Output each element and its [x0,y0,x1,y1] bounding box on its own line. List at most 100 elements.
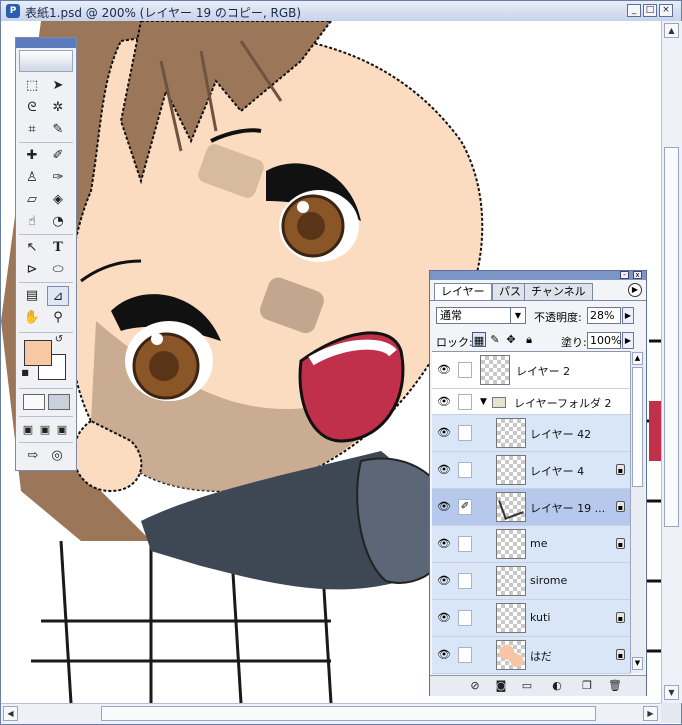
blend-mode-select[interactable]: 通常 ▼ [436,307,526,324]
marquee-icon[interactable]: ⬚ [21,76,43,96]
layer-row[interactable]: 👁︎ kuti ▪ [432,600,630,637]
eye-icon[interactable]: 👁︎ [436,462,452,478]
toolbox-title-bar[interactable] [16,38,76,48]
healing-icon[interactable]: ✚ [21,146,43,166]
magic-wand-icon[interactable]: ✲ [47,98,69,118]
lock-transparency-icon[interactable]: ▦ [472,332,486,347]
layer-row[interactable]: 👁︎ レイヤー 42 [432,415,630,452]
scroll-down-arrow[interactable]: ▼ [632,657,643,670]
jump-to-imageready-icon[interactable]: ⇨ [22,446,44,466]
adjustment-icon[interactable]: ◐ [550,679,564,693]
fill-slider-arrow[interactable]: ▶ [622,332,634,349]
layer-row[interactable]: 👁︎ レイヤー 2 [432,352,630,389]
new-layer-icon[interactable]: ❐ [580,679,594,693]
shape-icon[interactable]: ⬭ [47,260,69,280]
bucket-icon[interactable]: ◈ [47,190,69,210]
hand-icon[interactable]: ✋ [21,308,43,328]
link-toggle[interactable] [458,362,472,378]
zoom-icon[interactable]: ⚲ [47,308,69,328]
lock-position-icon[interactable]: ✥ [504,332,518,347]
swap-colors-icon[interactable]: ↺ [52,334,66,346]
layer-row-selected[interactable]: 👁︎ ✐ レイヤー 19 ... ▪ [432,489,630,526]
lasso-icon[interactable]: ᘓ [21,98,43,118]
scroll-up-arrow[interactable]: ▲ [632,352,643,365]
layer-row[interactable]: 👁︎ レイヤー 4 ▪ [432,452,630,489]
panel-close-button[interactable]: x [633,271,642,279]
move-icon[interactable]: ➤ [47,76,69,96]
eyedropper-icon[interactable]: ⊿ [47,286,69,306]
foreground-color-swatch[interactable] [24,340,52,366]
lock-image-icon[interactable]: ✎ [488,332,502,347]
crop-icon[interactable]: ⌗ [21,120,43,140]
photoshop-logo[interactable] [19,50,73,72]
layers-scrollbar[interactable]: ▲ ▼ [630,351,645,673]
layer-group-row[interactable]: 👁︎ ▼ レイヤーフォルダ 2 [432,389,630,415]
panel-minimize-button[interactable]: - [620,271,629,279]
minimize-button[interactable]: _ [627,4,641,17]
type-icon[interactable]: T [47,238,69,258]
layer-row[interactable]: 👁︎ sirome [432,563,630,600]
imageready-icon[interactable]: ◎ [46,446,68,466]
close-button[interactable]: × [659,4,673,17]
layer-style-icon[interactable]: ⊘ [468,679,482,693]
scroll-left-arrow[interactable]: ◀ [3,706,18,721]
link-toggle[interactable] [458,647,472,663]
screen-mode-full-icon[interactable]: ▣ [53,420,71,440]
maximize-button[interactable]: □ [643,4,657,17]
vertical-scrollbar[interactable]: ▲ ▼ [661,21,682,703]
path-select-icon[interactable]: ↖ [21,238,43,258]
scroll-down-arrow[interactable]: ▼ [664,685,679,700]
horizontal-scrollbar[interactable]: ◀ ▶ [1,703,661,724]
slice-icon[interactable]: ✎ [47,120,69,140]
pen-icon[interactable]: ⊳ [21,260,43,280]
scroll-up-arrow[interactable]: ▲ [664,23,679,38]
layers-panel-title-bar[interactable]: - x [430,271,646,280]
title-bar[interactable]: P 表紙1.psd @ 200% (レイヤー 19 のコピー, RGB) _ □… [1,1,681,22]
link-toggle[interactable] [458,610,472,626]
link-toggle[interactable] [458,462,472,478]
lock-all-icon[interactable]: 🔒︎ [522,332,536,347]
layer-row[interactable]: 👁︎ はだ ▪ [432,637,630,674]
tab-channels[interactable]: チャンネル [524,283,593,300]
eye-icon[interactable]: 👁︎ [436,425,452,441]
link-toggle[interactable] [458,394,472,410]
eye-icon[interactable]: 👁︎ [436,499,452,515]
layer-row[interactable]: 👁︎ me ▪ [432,526,630,563]
eye-icon[interactable]: 👁︎ [436,362,452,378]
eye-icon[interactable]: 👁︎ [436,536,452,552]
eye-icon[interactable]: 👁︎ [436,647,452,663]
screen-mode-standard-icon[interactable]: ▣ [19,420,37,440]
link-toggle[interactable] [458,536,472,552]
smudge-icon[interactable]: ☝ [21,212,43,232]
brush-icon[interactable]: ✐ [458,499,472,515]
notes-icon[interactable]: ▤ [21,286,43,306]
default-colors-icon[interactable]: ■ [20,368,30,378]
dodge-icon[interactable]: ◔ [47,212,69,232]
opacity-slider-arrow[interactable]: ▶ [622,307,634,324]
link-toggle[interactable] [458,425,472,441]
panel-menu-icon[interactable]: ▶ [628,283,642,297]
eye-icon[interactable]: 👁︎ [436,573,452,589]
eye-icon[interactable]: 👁︎ [436,394,452,410]
mask-icon[interactable]: ◙ [494,679,508,693]
eye-icon[interactable]: 👁︎ [436,610,452,626]
fill-input[interactable]: 100% [587,332,621,349]
stamp-icon[interactable]: ♙ [21,168,43,188]
horizontal-scroll-thumb[interactable] [101,706,596,721]
new-folder-icon[interactable]: ▭ [520,679,534,693]
eraser-icon[interactable]: ▱ [21,190,43,210]
trash-icon[interactable]: 🗑︎ [608,679,622,693]
quick-mask-icon[interactable] [48,394,70,410]
history-brush-icon[interactable]: ✑ [47,168,69,188]
vertical-scroll-thumb[interactable] [664,147,679,527]
screen-mode-menu-icon[interactable]: ▣ [36,420,54,440]
link-toggle[interactable] [458,573,472,589]
opacity-input[interactable]: 28% [587,307,621,324]
layers-scroll-thumb[interactable] [632,367,643,487]
tab-paths[interactable]: パス [492,283,528,300]
brush-icon[interactable]: ✐ [47,146,69,166]
standard-mode-icon[interactable] [23,394,45,410]
tab-layers[interactable]: レイヤー [434,283,492,300]
scroll-right-arrow[interactable]: ▶ [643,706,658,721]
chevron-down-icon[interactable]: ▼ [480,397,487,407]
